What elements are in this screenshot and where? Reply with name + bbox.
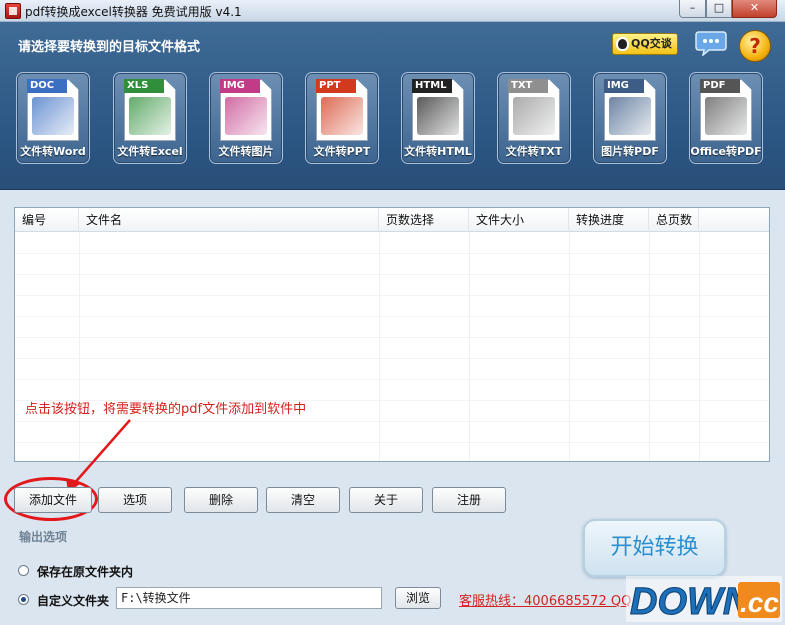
format-tag: TXT — [508, 79, 548, 93]
chat-bubble-icon[interactable] — [695, 30, 727, 56]
grid-divider — [469, 232, 470, 461]
convert-tile-6[interactable]: IMG 图片转PDF — [593, 72, 667, 164]
convert-tile-3[interactable]: PPT 文件转PPT — [305, 72, 379, 164]
table-row-divider — [15, 358, 769, 359]
qq-chat-button[interactable]: QQ交谈 — [612, 33, 678, 55]
html-globe-icon — [417, 97, 459, 135]
col-page-select[interactable]: 页数选择 — [379, 208, 469, 232]
grid-divider — [79, 232, 80, 461]
header-title: 请选择要转换到的目标文件格式 — [18, 40, 201, 55]
table-row-divider — [15, 421, 769, 422]
table-row-divider — [15, 274, 769, 275]
browse-button[interactable]: 浏览 — [395, 587, 441, 609]
convert-tile-label: 文件转TXT — [505, 145, 563, 158]
maximize-button[interactable]: □ — [706, 0, 732, 18]
format-tag: HTML — [412, 79, 452, 93]
start-convert-button[interactable]: 开始转换 — [583, 519, 726, 577]
excel-chart-icon — [129, 97, 171, 135]
format-tag: DOC — [27, 79, 67, 93]
title-bar: pdf转换成excel转换器 免费试用版 v4.1 – □ ✕ — [0, 0, 785, 22]
table-row-divider — [15, 442, 769, 443]
output-options-title: 输出选项 — [19, 530, 68, 544]
delete-button[interactable]: 删除 — [184, 487, 258, 513]
grid-divider — [569, 232, 570, 461]
convert-tile-1[interactable]: XLS 文件转Excel — [113, 72, 187, 164]
convert-tile-label: 文件转PPT — [313, 145, 371, 158]
add-file-hint: 点击该按钮，将需要转换的pdf文件添加到软件中 — [25, 402, 307, 417]
format-tag: IMG — [604, 79, 644, 93]
table-row-divider — [15, 379, 769, 380]
output-path-field[interactable]: F:\转换文件 — [116, 587, 382, 609]
file-table[interactable]: 编号 文件名 页数选择 文件大小 转换进度 总页数 — [14, 207, 770, 462]
options-button[interactable]: 选项 — [98, 487, 172, 513]
qq-chat-label: QQ交谈 — [631, 37, 672, 50]
radio-save-source[interactable] — [18, 565, 29, 576]
col-file-size[interactable]: 文件大小 — [469, 208, 569, 232]
minimize-button[interactable]: – — [679, 0, 706, 18]
pdf-acrobat-icon — [705, 97, 747, 135]
convert-tile-label: 文件转HTML — [404, 145, 472, 158]
app-pdf-icon — [5, 3, 21, 19]
convert-tile-label: Office转PDF — [690, 145, 762, 158]
format-header: 请选择要转换到的目标文件格式 QQ交谈 ? DOC 文件转Word XLS 文件转Ex… — [0, 22, 785, 190]
clear-button[interactable]: 清空 — [266, 487, 340, 513]
col-total-pages[interactable]: 总页数 — [649, 208, 699, 232]
convert-tile-label: 文件转Excel — [117, 145, 183, 158]
about-button[interactable]: 关于 — [349, 487, 423, 513]
convert-tile-label: 文件转图片 — [218, 145, 274, 158]
support-hotline-link[interactable]: 客服热线：4006685572 QQ — [459, 590, 631, 609]
convert-tile-label: 图片转PDF — [601, 145, 659, 158]
txt-pen-icon — [513, 97, 555, 135]
close-button[interactable]: ✕ — [732, 0, 777, 18]
grid-divider — [699, 232, 700, 461]
col-progress[interactable]: 转换进度 — [569, 208, 649, 232]
convert-tile-4[interactable]: HTML 文件转HTML — [401, 72, 475, 164]
convert-tile-7[interactable]: PDF Office转PDF — [689, 72, 763, 164]
grid-divider — [379, 232, 380, 461]
table-row-divider — [15, 253, 769, 254]
help-icon[interactable]: ? — [739, 30, 771, 62]
format-tag: PDF — [700, 79, 740, 93]
convert-tile-0[interactable]: DOC 文件转Word — [16, 72, 90, 164]
col-filename[interactable]: 文件名 — [79, 208, 379, 232]
watermark-suffix: .cc — [740, 587, 779, 618]
image-icon — [225, 97, 267, 135]
format-tag: IMG — [220, 79, 260, 93]
radio-custom-folder[interactable] — [18, 594, 29, 605]
register-button[interactable]: 注册 — [432, 487, 506, 513]
image-to-pdf-icon — [609, 97, 651, 135]
table-header: 编号 文件名 页数选择 文件大小 转换进度 总页数 — [15, 208, 769, 232]
add-file-button[interactable]: 添加文件 — [14, 487, 92, 513]
format-tag: PPT — [316, 79, 356, 93]
table-row-divider — [15, 316, 769, 317]
down-cc-watermark-logo: DOWN .cc — [626, 576, 782, 622]
table-row-divider — [15, 295, 769, 296]
grid-divider — [649, 232, 650, 461]
save-source-label[interactable]: 保存在原文件夹内 — [37, 563, 133, 580]
custom-folder-label[interactable]: 自定义文件夹 — [37, 592, 109, 609]
qq-penguin-icon — [616, 37, 629, 51]
ppt-icon — [321, 97, 363, 135]
window-title: pdf转换成excel转换器 免费试用版 v4.1 — [25, 5, 242, 19]
col-index[interactable]: 编号 — [15, 208, 79, 232]
convert-tile-2[interactable]: IMG 文件转图片 — [209, 72, 283, 164]
convert-tile-label: 文件转Word — [20, 145, 86, 158]
table-row-divider — [15, 337, 769, 338]
format-tag: XLS — [124, 79, 164, 93]
word-doc-icon — [32, 97, 74, 135]
watermark-main: DOWN — [630, 581, 752, 622]
convert-tile-5[interactable]: TXT 文件转TXT — [497, 72, 571, 164]
